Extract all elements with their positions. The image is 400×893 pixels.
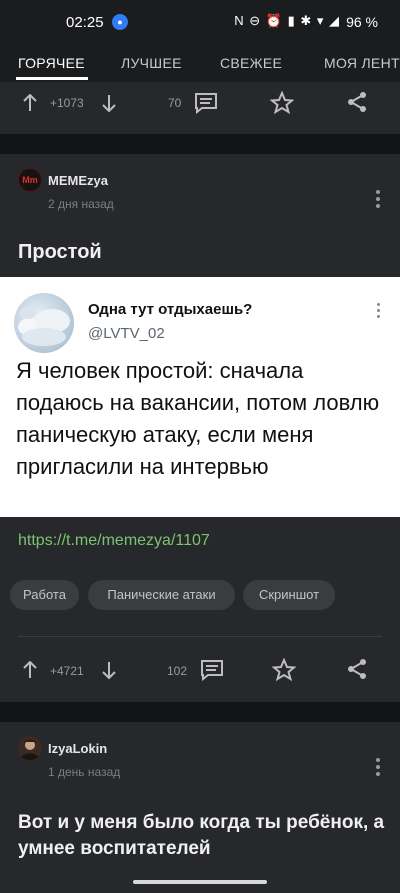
status-bar: 02:25 ● N ⊖ ⏰ ▮ ✱ ▾ ◢ 96 % [0, 0, 400, 44]
avatar-photo [20, 739, 40, 760]
comments-icon[interactable] [194, 92, 218, 114]
more-options-icon[interactable] [376, 758, 380, 779]
post-link[interactable]: https://t.me/memezya/1107 [18, 532, 210, 550]
avatar[interactable]: Mm [18, 168, 42, 192]
tweet-more-icon [377, 303, 380, 321]
post-rating: +4721 [50, 664, 84, 678]
tweet-author-name: Одна тут отдыхаешь? [88, 301, 253, 318]
share-icon[interactable] [346, 91, 368, 113]
status-time: 02:25 [66, 14, 104, 31]
tag-panic-attacks[interactable]: Панические атаки [88, 580, 235, 610]
divider [18, 636, 382, 637]
post-card: IzyaLokin 1 день назад [0, 722, 400, 893]
post-time: 1 день назад [48, 765, 121, 779]
tab-best[interactable]: ЛУЧШЕЕ [121, 55, 182, 71]
prev-post-actions: +1073 70 [0, 86, 400, 122]
prev-post-comments: 70 [168, 96, 182, 110]
avatar[interactable] [18, 736, 42, 760]
downvote-icon[interactable] [101, 94, 117, 112]
post-title[interactable]: Вот и у меня было когда ты ребёнок, а ум… [18, 810, 388, 862]
comments-icon[interactable] [200, 659, 224, 681]
tweet-avatar [14, 293, 74, 353]
post-actions: +4721 102 [0, 653, 400, 689]
more-options-icon[interactable] [376, 190, 380, 211]
prev-post-card: +1073 70 [0, 82, 400, 134]
author-name[interactable]: IzyaLokin [48, 741, 107, 756]
cloud-image [18, 307, 70, 346]
tab-hot[interactable]: ГОРЯЧЕЕ [18, 55, 85, 71]
downvote-icon[interactable] [101, 661, 117, 679]
avatar-logo: Mm [22, 175, 38, 185]
prev-post-rating: +1073 [50, 96, 84, 110]
gesture-navigation-bar[interactable] [133, 880, 267, 884]
post-separator [0, 134, 400, 154]
active-tab-indicator [16, 77, 88, 80]
upvote-icon[interactable] [22, 661, 38, 679]
feed-tabs: ГОРЯЧЕЕ ЛУЧШЕЕ СВЕЖЕЕ МОЯ ЛЕНТ [0, 44, 400, 82]
tag-work[interactable]: Работа [10, 580, 79, 610]
tab-my-feed[interactable]: МОЯ ЛЕНТ [324, 55, 400, 71]
battery-level: 96 % [346, 14, 378, 30]
post-comments-count: 102 [167, 664, 188, 678]
messenger-notification-icon: ● [112, 14, 128, 30]
tweet-screenshot[interactable]: Одна тут отдыхаешь? @LVTV_02 Я человек п… [0, 277, 400, 517]
tag-screenshot[interactable]: Скриншот [243, 580, 335, 610]
post-title[interactable]: Простой [18, 241, 102, 264]
author-name[interactable]: MEMEzya [48, 173, 108, 188]
system-status-icons: N ⊖ ⏰ ▮ ✱ ▾ ◢ [234, 13, 340, 28]
favorite-star-icon[interactable] [272, 658, 296, 681]
post-time: 2 дня назад [48, 197, 114, 211]
tab-fresh[interactable]: СВЕЖЕЕ [220, 55, 282, 71]
post-separator [0, 702, 400, 722]
favorite-star-icon[interactable] [270, 91, 294, 114]
tweet-text: Я человек простой: сначала подаюсь на ва… [16, 358, 380, 479]
share-icon[interactable] [346, 658, 368, 680]
tweet-author-handle: @LVTV_02 [88, 325, 165, 342]
upvote-icon[interactable] [22, 94, 38, 112]
